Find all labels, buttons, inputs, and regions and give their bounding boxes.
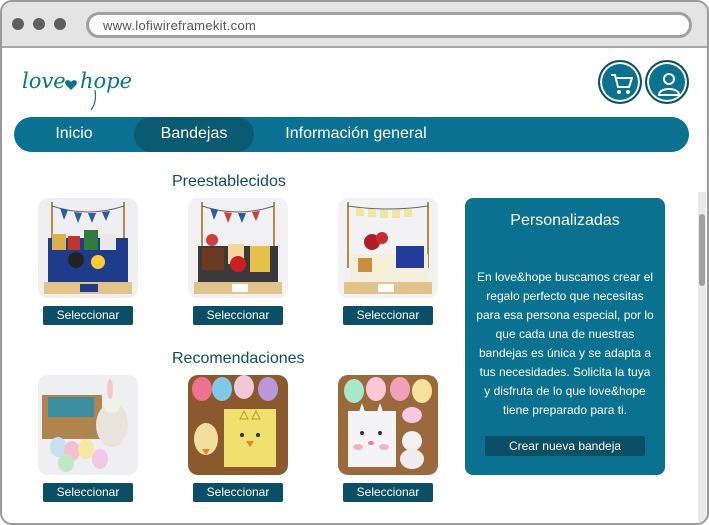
- address-bar[interactable]: www.lofiwireframekit.com: [86, 12, 692, 38]
- logo-text-hope: hope: [80, 69, 132, 93]
- select-button-preestablecido-2[interactable]: Seleccionar: [193, 306, 283, 325]
- main-nav: Inicio Bandejas Información general: [14, 117, 689, 152]
- create-new-tray-button[interactable]: Crear nueva bandeja: [485, 436, 645, 456]
- section-title-preestablecidos: Preestablecidos: [172, 173, 286, 190]
- product-image-recomendacion-3[interactable]: [338, 375, 438, 475]
- heart-icon: [65, 80, 77, 90]
- nav-item-bandejas[interactable]: Bandejas: [134, 117, 254, 152]
- browser-chrome: www.lofiwireframekit.com: [2, 2, 707, 48]
- scrollbar-thumb[interactable]: [699, 214, 705, 286]
- section-title-recomendaciones: Recomendaciones: [172, 350, 305, 367]
- select-button-recomendacion-1[interactable]: Seleccionar: [43, 483, 133, 502]
- window-maximize-dot[interactable]: [54, 18, 66, 30]
- product-image-recomendacion-1[interactable]: [38, 375, 138, 475]
- logo-text-love: love: [22, 69, 66, 93]
- browser-window: www.lofiwireframekit.com love hope Inici…: [0, 0, 709, 525]
- select-button-preestablecido-3[interactable]: Seleccionar: [343, 306, 433, 325]
- product-image-recomendacion-2[interactable]: [188, 375, 288, 475]
- window-close-dot[interactable]: [12, 18, 24, 30]
- nav-item-inicio[interactable]: Inicio: [44, 117, 104, 152]
- select-button-recomendacion-2[interactable]: Seleccionar: [193, 483, 283, 502]
- user-button[interactable]: [645, 60, 689, 104]
- personalizadas-card: Personalizadas En love&hope buscamos cre…: [465, 198, 665, 475]
- love-hope-logo[interactable]: love hope: [20, 58, 140, 114]
- cart-button[interactable]: [598, 60, 642, 104]
- user-icon: [657, 73, 681, 96]
- page-scrollbar[interactable]: [698, 192, 706, 522]
- product-image-preestablecido-1[interactable]: [38, 198, 138, 298]
- product-image-preestablecido-3[interactable]: [338, 198, 438, 298]
- cart-icon: [611, 74, 633, 94]
- select-button-recomendacion-3[interactable]: Seleccionar: [343, 483, 433, 502]
- select-button-preestablecido-1[interactable]: Seleccionar: [43, 306, 133, 325]
- nav-item-informacion-general[interactable]: Información general: [276, 117, 436, 152]
- personalizadas-description: En love&hope buscamos crear el regalo pe…: [476, 270, 654, 417]
- window-minimize-dot[interactable]: [33, 18, 45, 30]
- product-image-preestablecido-2[interactable]: [188, 198, 288, 298]
- personalizadas-title: Personalizadas: [510, 212, 620, 229]
